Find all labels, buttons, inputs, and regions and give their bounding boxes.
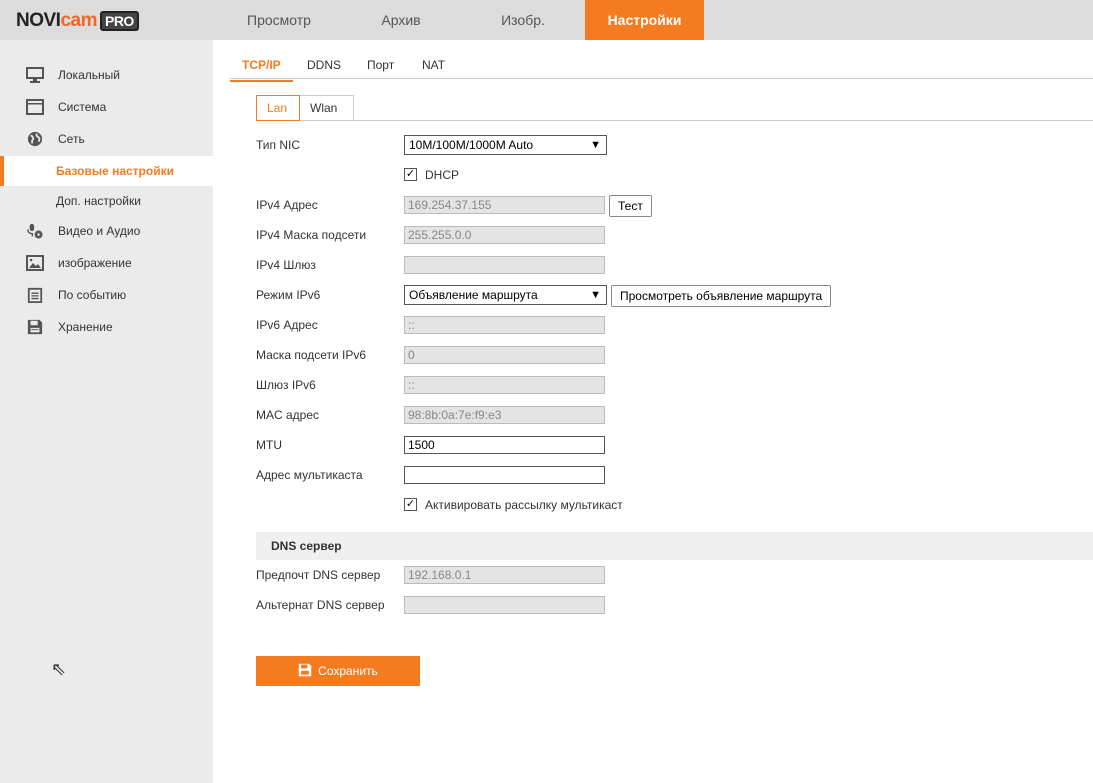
chevron-down-icon: ▼ — [590, 139, 601, 151]
floppy-icon — [27, 319, 43, 335]
multicast-row: Адрес мультикаста — [256, 466, 1076, 486]
tab-ddns[interactable]: DDNS — [307, 58, 341, 72]
image-icon — [26, 255, 44, 271]
tab-bar: TCP/IP DDNS Порт NAT — [230, 52, 1093, 82]
tab-nat[interactable]: NAT — [422, 58, 445, 72]
top-bar: NOVI cam PRO Просмотр Архив Изобр. Настрой… — [0, 0, 1093, 40]
dhcp-row: ✓ DHCP — [404, 168, 460, 182]
sidebar-item-local[interactable]: Локальный — [0, 60, 213, 90]
ipv4-mask-row: IPv4 Маска подсети 255.255.0.0 — [256, 226, 1076, 246]
globe-icon — [27, 131, 43, 147]
save-button[interactable]: Сохранить — [256, 656, 420, 686]
sidebar-item-video-audio[interactable]: Видео и Аудио — [0, 216, 213, 246]
nic-type-row: Тип NIC 10M/100M/1000M Auto ▼ — [256, 135, 1076, 156]
chevron-down-icon: ▼ — [590, 289, 601, 301]
tab-tcpip[interactable]: TCP/IP — [230, 58, 293, 82]
ipv6-address-field[interactable]: :: — [404, 316, 605, 334]
nav-picture[interactable]: Изобр. — [463, 0, 583, 40]
preferred-dns-field[interactable]: 192.168.0.1 — [404, 566, 605, 584]
alternate-dns-row: Альтернат DNS сервер — [256, 596, 1076, 616]
sidebar-item-network[interactable]: Сеть — [0, 124, 213, 154]
logo: NOVI cam PRO — [16, 10, 139, 32]
multicast-enable-row: ✓ Активировать рассылку мультикаст — [404, 498, 623, 512]
ipv4-mask-field[interactable]: 255.255.0.0 — [404, 226, 605, 244]
subtab-bar: Lan Wlan — [256, 95, 1093, 121]
test-button[interactable]: Тест — [609, 195, 652, 217]
subtab-wlan[interactable]: Wlan — [300, 95, 354, 121]
sidebar-item-event[interactable]: По событию — [0, 280, 213, 310]
view-route-advertisement-button[interactable]: Просмотреть объявление маршрута — [611, 285, 832, 307]
ipv4-address-field[interactable]: 169.254.37.155 — [404, 196, 605, 214]
preferred-dns-row: Предпочт DNS сервер 192.168.0.1 — [256, 566, 1076, 586]
ipv6-gateway-field[interactable]: :: — [404, 376, 605, 394]
multicast-enable-checkbox[interactable]: ✓ — [404, 498, 417, 511]
mtu-row: MTU 1500 — [256, 436, 1076, 456]
sidebar-item-storage[interactable]: Хранение — [0, 312, 213, 342]
ipv4-gateway-field[interactable] — [404, 256, 605, 274]
floppy-icon — [298, 663, 312, 677]
mouse-cursor-icon: ⇖ — [51, 659, 67, 679]
tab-port[interactable]: Порт — [367, 58, 394, 72]
dns-section-header: DNS сервер — [256, 532, 1093, 560]
mac-row: MAC адрес 98:8b:0a:7e:f9:e3 — [256, 406, 1076, 426]
nic-type-select[interactable]: 10M/100M/1000M Auto ▼ — [404, 135, 607, 155]
ipv4-gateway-row: IPv4 Шлюз — [256, 256, 1076, 276]
sidebar-item-image[interactable]: изображение — [0, 248, 213, 278]
sidebar-item-basic-settings[interactable]: Базовые настройки — [0, 156, 213, 186]
dhcp-checkbox[interactable]: ✓ — [404, 168, 417, 181]
window-icon — [26, 99, 44, 115]
nav-live-view[interactable]: Просмотр — [219, 0, 339, 40]
multicast-field[interactable] — [404, 466, 605, 484]
ipv6-mask-field[interactable]: 0 — [404, 346, 605, 364]
subtab-lan[interactable]: Lan — [256, 95, 300, 121]
notepad-icon — [27, 287, 43, 303]
sidebar-item-advanced-settings[interactable]: Доп. настройки — [0, 186, 213, 216]
nav-playback[interactable]: Архив — [341, 0, 461, 40]
ipv6-gateway-row: Шлюз IPv6 :: — [256, 376, 1076, 396]
mac-field[interactable]: 98:8b:0a:7e:f9:e3 — [404, 406, 605, 424]
ipv6-mask-row: Маска подсети IPv6 0 — [256, 346, 1076, 366]
mtu-field[interactable]: 1500 — [404, 436, 605, 454]
sidebar: Локальный Система Сеть Базовые настройки… — [0, 40, 213, 783]
ipv6-mode-row: Режим IPv6 Объявление маршрута ▼ Просмотр… — [256, 285, 1076, 307]
alternate-dns-field[interactable] — [404, 596, 605, 614]
nav-settings[interactable]: Настройки — [585, 0, 704, 40]
ipv6-address-row: IPv6 Адрес :: — [256, 316, 1076, 336]
sidebar-item-system[interactable]: Система — [0, 92, 213, 122]
monitor-icon — [26, 67, 44, 83]
ipv6-mode-select[interactable]: Объявление маршрута ▼ — [404, 285, 607, 305]
ipv4-address-row: IPv4 Адрес 169.254.37.155 Тест — [256, 195, 1076, 217]
mic-play-icon — [27, 223, 43, 239]
